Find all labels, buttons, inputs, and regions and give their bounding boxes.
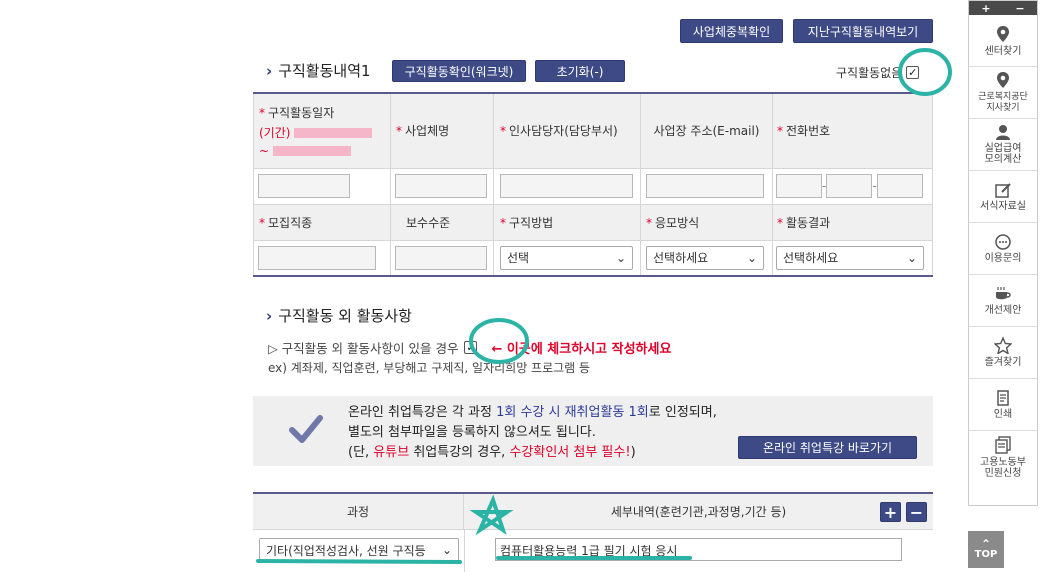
chevron-down-icon: ⌄: [746, 250, 757, 265]
header-salary: 보수수준: [390, 203, 494, 241]
reset-button[interactable]: 초기화(-): [535, 60, 625, 82]
address-input[interactable]: [646, 174, 764, 198]
checkmark-icon: [289, 415, 323, 443]
remove-row-button[interactable]: −: [906, 502, 927, 522]
course-select[interactable]: 기타(직업적성검사, 선원 구직등 ⌄: [259, 538, 459, 562]
result-select[interactable]: 선택하세요 ⌄: [776, 245, 924, 270]
zoom-out-button[interactable]: −: [1015, 2, 1024, 15]
no-activity-option: 구직활동없음 ✓: [836, 66, 920, 80]
map-pin-icon: [997, 25, 1009, 42]
salary-input[interactable]: [395, 245, 487, 270]
sidebar-zoom-controls: + −: [969, 1, 1037, 15]
quick-menu-sidebar: + − 센터찾기 근로복지공단 지사찾기 실업급여 모의계산 서식자료실 이용문…: [968, 0, 1038, 506]
chevron-right-icon: ›: [266, 61, 273, 80]
sidebar-item-forms[interactable]: 서식자료실: [969, 171, 1037, 223]
header-job: * 모집직종: [253, 203, 391, 241]
chevron-down-icon: ⌄: [615, 250, 626, 265]
header-detail: 세부내역(훈련기관,과정명,기간 등): [464, 494, 933, 530]
duplicate-check-button[interactable]: 사업체중복확인: [680, 19, 783, 43]
zoom-in-button[interactable]: +: [981, 2, 990, 15]
hr-input[interactable]: [500, 174, 633, 198]
detail-input[interactable]: 컴퓨터활용능력 1급 필기 시험 응시: [495, 538, 902, 561]
header-result: * 활동결과: [772, 203, 933, 241]
company-input[interactable]: [395, 174, 487, 198]
sidebar-item-inquiry[interactable]: 이용문의: [969, 223, 1037, 275]
example-text: ex) 계좌제, 직업훈련, 부당해고 구제직, 일자리희망 프로그램 등: [268, 361, 591, 375]
phone-input-3[interactable]: [876, 174, 923, 198]
method-select[interactable]: 선택 ⌄: [500, 245, 633, 270]
user-icon: [996, 125, 1010, 140]
no-activity-checkbox[interactable]: ✓: [906, 66, 920, 79]
other-activity-checkbox[interactable]: ✓: [464, 341, 478, 354]
date-input[interactable]: [258, 174, 350, 198]
phone-input-1[interactable]: [776, 174, 822, 198]
header-phone: * 전화번호: [772, 92, 933, 169]
course-table: 과정 세부내역(훈련기관,과정명,기간 등) + − 기타(직업적성검사, 선원…: [253, 492, 933, 572]
sidebar-item-calc[interactable]: 실업급여 모의계산: [969, 119, 1037, 171]
sidebar-item-petition[interactable]: 고용노동부 민원신청: [969, 431, 1037, 483]
add-row-button[interactable]: +: [880, 502, 901, 522]
header-method: * 구직방법: [493, 203, 641, 241]
past-history-button[interactable]: 지난구직활동내역보기: [793, 19, 933, 43]
header-apply: * 응모방식: [640, 203, 773, 241]
redacted-block: [294, 128, 373, 139]
phone-input-2[interactable]: [826, 174, 873, 198]
sidebar-item-print[interactable]: 인쇄: [969, 379, 1037, 431]
section2-title: › 구직활동 외 활동사항: [266, 306, 412, 326]
chevron-down-icon: ⌄: [441, 543, 452, 557]
coffee-icon: [996, 286, 1011, 299]
map-pin-icon: [997, 72, 1009, 88]
chevron-down-icon: ⌄: [906, 250, 917, 265]
other-activity-row: ▷ 구직활동 외 활동사항이 있을 경우 ✓ ← 이곳에 체크하시고 작성하세요: [268, 341, 672, 357]
redacted-block: [272, 146, 351, 157]
activity-form-table: * 구직활동일자 (기간) ~ * 사업체명 * 인사담당자(담당부서) 사업장 주소…: [253, 92, 933, 277]
header-date: * 구직활동일자 (기간) ~: [253, 92, 391, 169]
apply-select[interactable]: 선택하세요 ⌄: [646, 245, 764, 270]
header-address: 사업장 주소(E-mail): [640, 92, 773, 169]
scroll-top-button[interactable]: ⌃ TOP: [968, 531, 1004, 568]
header-hr: * 인사담당자(담당부서): [493, 92, 641, 169]
online-lecture-button[interactable]: 온라인 취업특강 바로가기: [738, 436, 917, 459]
star-icon: [994, 337, 1012, 354]
header-company: * 사업체명: [390, 92, 494, 169]
document-icon: [995, 435, 1011, 454]
worknet-check-button[interactable]: 구직활동확인(워크넷): [392, 60, 526, 82]
notice-text: 온라인 취업특강은 각 과정 1회 수강 시 재취업활동 1회로 인정되며, 별…: [348, 405, 717, 460]
sidebar-item-center[interactable]: 센터찾기: [969, 15, 1037, 67]
chevron-up-icon: ⌃: [980, 537, 992, 551]
chevron-right-icon: ›: [266, 306, 273, 325]
sidebar-item-suggest[interactable]: 개선제안: [969, 275, 1037, 327]
sidebar-item-branch[interactable]: 근로복지공단 지사찾기: [969, 67, 1037, 119]
print-icon: [997, 389, 1009, 406]
sidebar-item-favorites[interactable]: 즐겨찾기: [969, 327, 1037, 379]
chat-icon: [995, 233, 1011, 250]
annotation-overlay: [256, 48, 952, 564]
edit-icon: [995, 182, 1011, 198]
job-input[interactable]: [258, 245, 376, 270]
section1-title: › 구직활동내역1: [266, 61, 371, 81]
header-course: 과정: [253, 494, 464, 530]
